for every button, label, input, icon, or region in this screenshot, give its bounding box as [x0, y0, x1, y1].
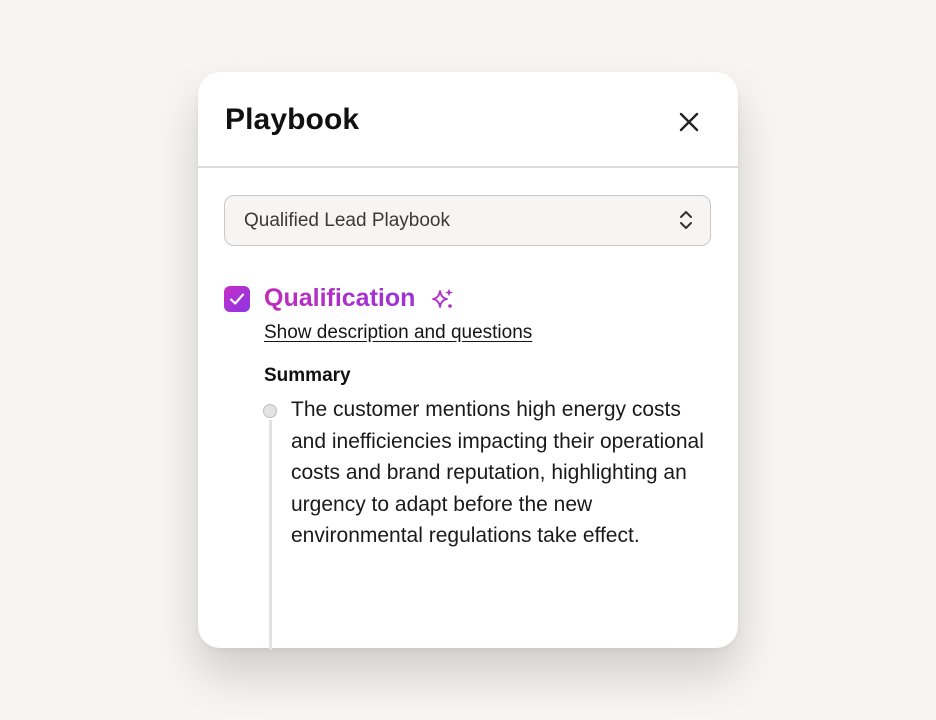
playbook-panel: Playbook Qualified Lead Playbook Qualifi… — [198, 72, 738, 650]
summary-text: The customer mentions high energy costs … — [291, 398, 704, 548]
panel-header: Playbook — [198, 72, 738, 168]
checkmark-icon — [229, 293, 245, 305]
playbook-select[interactable]: Qualified Lead Playbook — [224, 195, 711, 246]
summary-heading: Summary — [264, 365, 351, 386]
chevron-up-down-icon — [680, 211, 692, 229]
close-icon — [679, 112, 699, 132]
timeline-line — [268, 420, 272, 650]
close-button[interactable] — [674, 107, 704, 137]
qualification-checkbox[interactable] — [224, 286, 250, 312]
panel-title: Playbook — [225, 103, 360, 136]
playbook-select-value: Qualified Lead Playbook — [244, 210, 450, 231]
section-title: Qualification — [264, 284, 416, 312]
sparkle-icon — [432, 288, 453, 308]
show-description-link[interactable]: Show description and questions — [264, 322, 532, 344]
timeline-dot — [263, 404, 277, 418]
